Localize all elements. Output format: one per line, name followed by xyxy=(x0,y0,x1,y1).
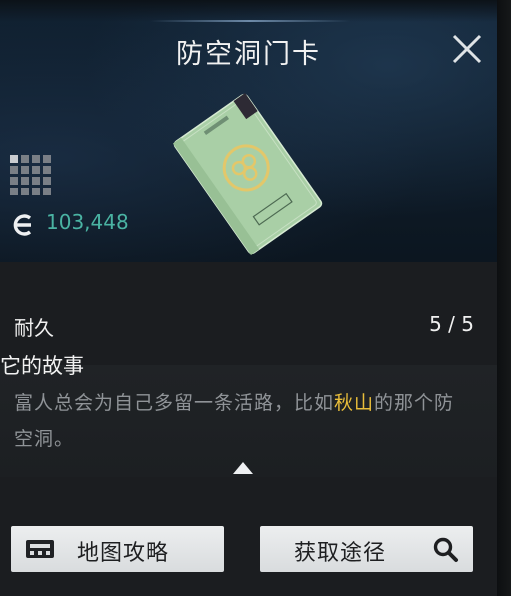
map-guide-label: 地图攻略 xyxy=(77,541,170,566)
story-text-part-1: 富人总会为自己多留一条活路，比如 xyxy=(14,392,335,414)
story-text: 富人总会为自己多留一条活路，比如秋山的那个防空洞。 xyxy=(14,385,474,457)
durability-label: 耐久 xyxy=(14,316,54,340)
item-title: 防空洞门卡 xyxy=(176,39,321,70)
currency-icon xyxy=(13,214,32,236)
item-header: 防空洞门卡 103,448 xyxy=(0,0,497,262)
map-guide-icon xyxy=(26,540,54,558)
access-card-image xyxy=(172,93,323,255)
story-heading: 它的故事 xyxy=(0,354,84,378)
item-size-grid-icon xyxy=(10,155,51,195)
background-strip xyxy=(497,0,511,596)
search-icon xyxy=(433,537,458,562)
header-rim xyxy=(0,0,497,22)
header-rim-highlight xyxy=(150,20,350,22)
close-icon xyxy=(452,34,482,64)
expand-story-icon[interactable] xyxy=(232,461,254,475)
durability-value: 5 / 5 xyxy=(429,312,474,336)
story-highlight-location: 秋山 xyxy=(334,392,375,414)
acquire-source-label: 获取途径 xyxy=(294,541,387,566)
item-detail-panel: 防空洞门卡 103,448 耐久 5 / 5 它的故事 富人总会为自己多留一条活… xyxy=(0,0,498,596)
acquire-source-button[interactable]: 获取途径 xyxy=(260,526,473,572)
price-value: 103,448 xyxy=(46,210,129,234)
close-button[interactable] xyxy=(450,32,484,66)
durability-stat: 耐久 5 / 5 xyxy=(14,312,474,340)
map-guide-button[interactable]: 地图攻略 xyxy=(11,526,224,572)
